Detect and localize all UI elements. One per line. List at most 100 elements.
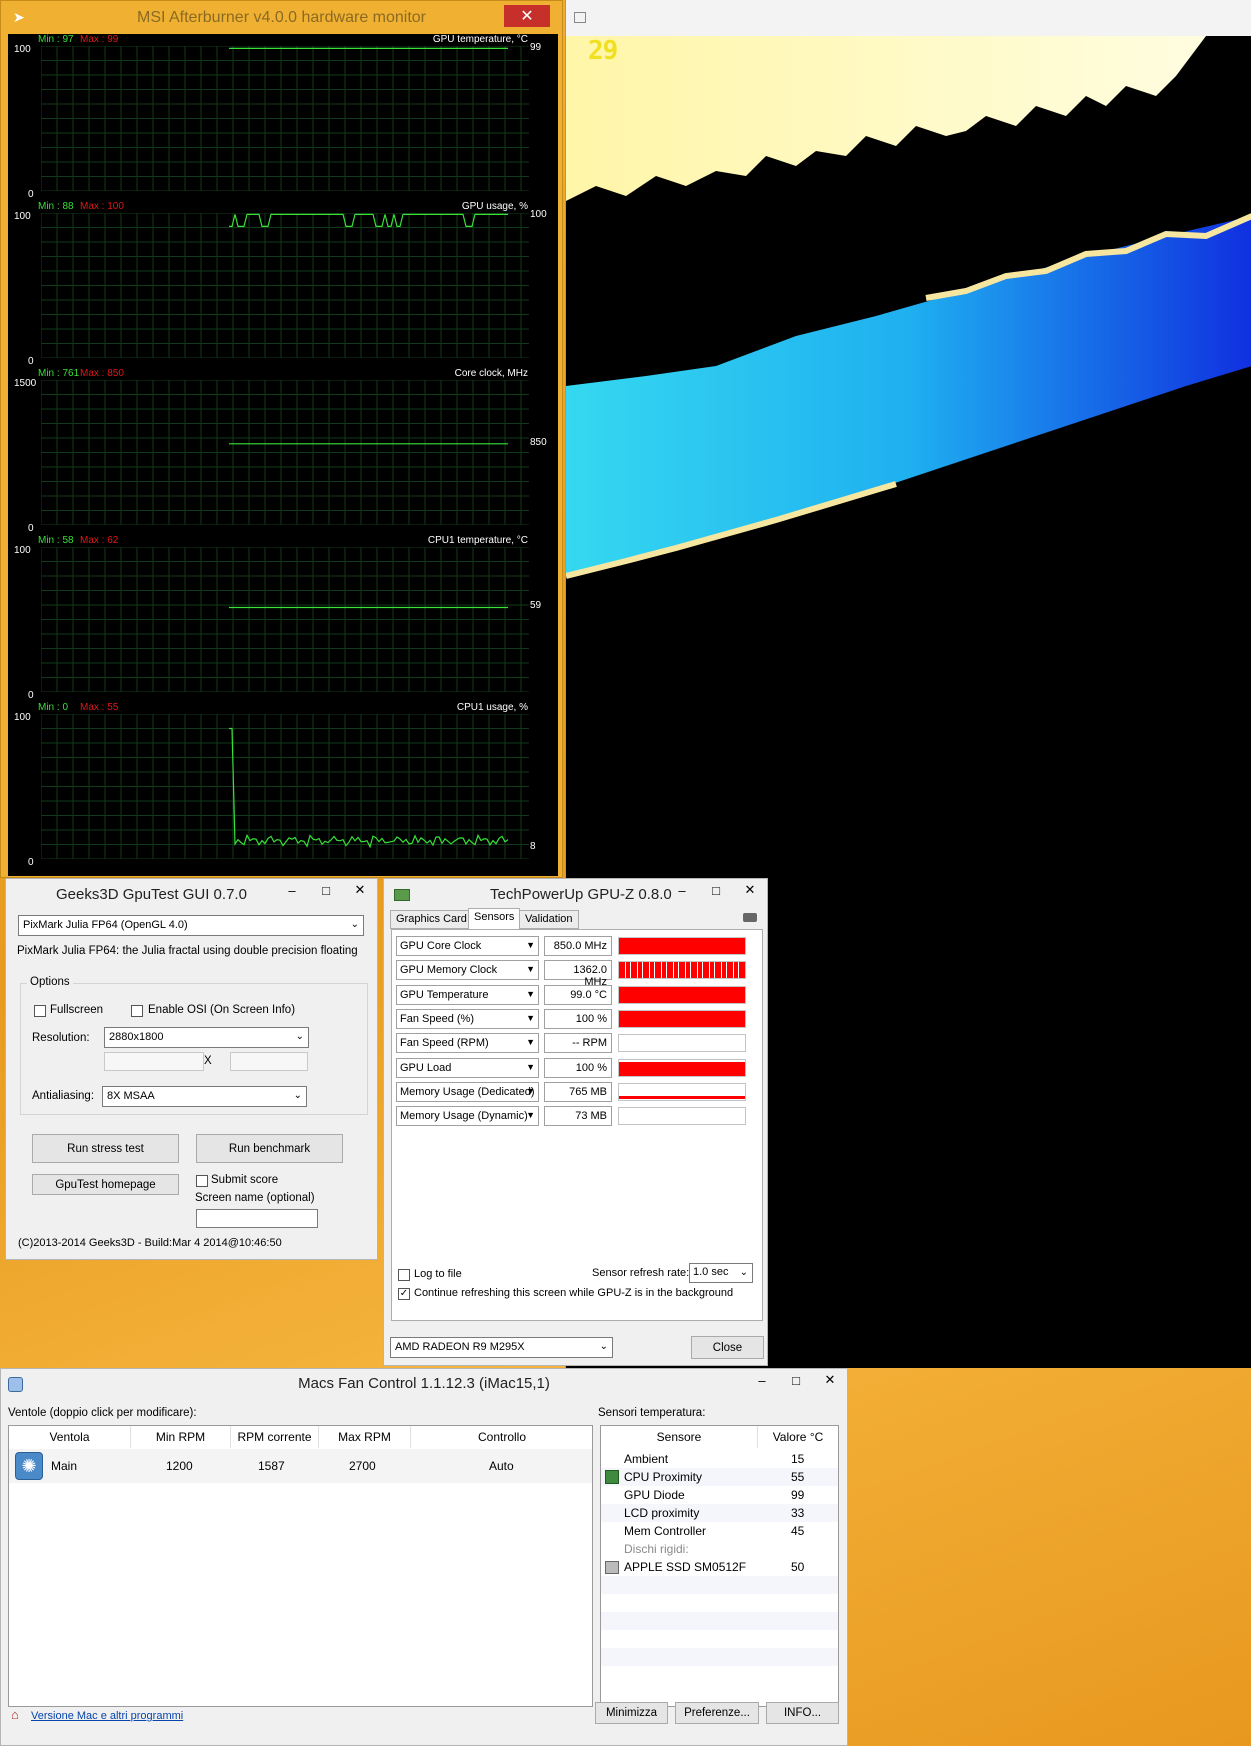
fullscreen-checkbox[interactable] xyxy=(34,1005,46,1017)
sensor-name-select[interactable]: GPU Core Clock ▼ xyxy=(396,936,539,956)
col-control[interactable]: Controllo xyxy=(411,1426,593,1448)
resolution-select[interactable]: 2880x1800 ⌄ xyxy=(104,1027,309,1048)
empty-row xyxy=(601,1612,838,1630)
graph-series xyxy=(229,727,509,849)
graph-min: Min : 761 xyxy=(38,368,80,379)
test-select[interactable]: PixMark Julia FP64 (OpenGL 4.0) ⌄ xyxy=(18,915,364,936)
camera-icon[interactable] xyxy=(743,913,757,922)
run-benchmark-button[interactable]: Run benchmark xyxy=(196,1134,343,1163)
x-label: X xyxy=(204,1055,212,1067)
custom-width-input[interactable] xyxy=(104,1052,204,1071)
sensor-value: 100 % xyxy=(544,1057,612,1078)
fan-max-rpm: 2700 xyxy=(349,1459,376,1473)
preferences-button[interactable]: Preferenze... xyxy=(675,1702,759,1724)
col-value[interactable]: Valore °C xyxy=(758,1426,838,1448)
resolution-label: Resolution: xyxy=(32,1032,90,1044)
refresh-rate-value: 1.0 sec xyxy=(693,1266,729,1278)
close-button[interactable]: ✕ xyxy=(813,1369,847,1391)
sensor-row: GPU Load ▼ 100 % xyxy=(396,1057,756,1078)
table-row[interactable]: Ambient 15 xyxy=(601,1450,838,1468)
screen-name-input[interactable] xyxy=(196,1209,318,1228)
empty-row xyxy=(601,1594,838,1612)
fan-icon: ✺ xyxy=(15,1452,43,1480)
sensor-name: Memory Usage (Dynamic) xyxy=(400,1110,528,1123)
minimize-button[interactable]: – xyxy=(745,1369,779,1391)
monitor-graph: Min : 761 Max : 850 Core clock, MHz 1500 0 85… xyxy=(8,368,558,535)
sensor-name: LCD proximity xyxy=(624,1506,700,1520)
gputest-homepage-button[interactable]: GpuTest homepage xyxy=(32,1174,179,1195)
run-stress-test-button[interactable]: Run stress test xyxy=(32,1134,179,1163)
chevron-down-icon: ▼ xyxy=(526,1037,535,1048)
sensor-name-select[interactable]: GPU Temperature ▼ xyxy=(396,984,539,1005)
col-current-rpm[interactable]: RPM corrente xyxy=(231,1426,319,1448)
graph-current-value: 8 xyxy=(530,841,536,853)
antialiasing-select[interactable]: 8X MSAA ⌄ xyxy=(102,1086,307,1107)
monitor-graph: Min : 58 Max : 62 CPU1 temperature, °C 100 0… xyxy=(8,535,558,702)
col-sensor[interactable]: Sensore xyxy=(601,1426,758,1448)
close-button[interactable]: ✕ xyxy=(343,879,377,901)
graph-y-min: 0 xyxy=(28,857,34,868)
minimize-button[interactable]: – xyxy=(275,879,309,901)
empty-row xyxy=(601,1666,838,1684)
sensor-name-select[interactable]: Memory Usage (Dedicated) ▼ xyxy=(396,1081,539,1102)
test-select-value: PixMark Julia FP64 (OpenGL 4.0) xyxy=(23,919,188,931)
sensor-name: GPU Core Clock xyxy=(400,940,482,952)
monitor-graph: Min : 0 Max : 55 CPU1 usage, % 100 0 8 xyxy=(8,702,558,869)
sensor-name-select[interactable]: Fan Speed (RPM) ▼ xyxy=(396,1033,539,1054)
col-fan[interactable]: Ventola xyxy=(9,1426,131,1448)
close-button[interactable]: ✕ xyxy=(733,879,767,901)
col-max-rpm[interactable]: Max RPM xyxy=(319,1426,411,1448)
custom-height-input[interactable] xyxy=(230,1052,308,1071)
sensor-name-select[interactable]: Memory Usage (Dynamic) ▼ xyxy=(396,1106,539,1127)
sensor-row: GPU Core Clock ▼ 850.0 MHz xyxy=(396,936,756,956)
gpuz-close-button[interactable]: Close xyxy=(691,1336,764,1359)
sensor-graph xyxy=(618,937,746,955)
gpu-select[interactable]: AMD RADEON R9 M295X ⌄ xyxy=(390,1337,613,1358)
sensor-name-select[interactable]: Fan Speed (%) ▼ xyxy=(396,1008,539,1029)
maximize-button[interactable]: □ xyxy=(779,1369,813,1391)
graph-current-value: 100 xyxy=(530,209,547,220)
disk-icon xyxy=(605,1561,619,1574)
sensor-value: 33 xyxy=(791,1506,805,1520)
chevron-down-icon: ▼ xyxy=(526,1061,535,1072)
submit-score-checkbox[interactable] xyxy=(196,1175,208,1187)
table-row[interactable]: CPU Proximity 55 xyxy=(601,1468,838,1486)
chevron-down-icon: ⌄ xyxy=(350,919,359,930)
maximize-button[interactable]: □ xyxy=(699,879,733,901)
sensor-name-select[interactable]: GPU Memory Clock ▼ xyxy=(396,960,539,981)
table-row[interactable]: LCD proximity 33 xyxy=(601,1504,838,1522)
tab-sensors[interactable]: Sensors xyxy=(468,908,521,930)
minimize-button[interactable]: – xyxy=(665,879,699,901)
osi-checkbox[interactable] xyxy=(131,1005,143,1017)
window-icon xyxy=(574,12,586,23)
table-row[interactable]: GPU Diode 99 xyxy=(601,1486,838,1504)
chevron-down-icon: ⌄ xyxy=(295,1031,304,1042)
refresh-rate-select[interactable]: 1.0 sec ⌄ xyxy=(689,1263,753,1283)
msi-close-button[interactable]: ✕ xyxy=(504,5,550,27)
continue-refresh-label: Continue refreshing this screen while GP… xyxy=(414,1287,734,1299)
sensor-name: APPLE SSD SM0512F xyxy=(624,1560,747,1574)
info-button[interactable]: INFO... xyxy=(766,1702,839,1724)
tab-validation[interactable]: Validation xyxy=(519,910,579,929)
sensor-graph xyxy=(618,961,746,980)
minimize-app-button[interactable]: Minimizza xyxy=(595,1702,668,1724)
macs-fan-control-window: Macs Fan Control 1.1.12.3 (iMac15,1) – □… xyxy=(0,1368,848,1746)
monitor-graph: Min : 97 Max : 99 GPU temperature, °C 100 0 9… xyxy=(8,34,558,201)
table-row[interactable]: ✺ Main 1200 1587 2700 Auto xyxy=(9,1449,592,1483)
col-min-rpm[interactable]: Min RPM xyxy=(131,1426,231,1448)
sensor-row: GPU Temperature ▼ 99.0 °C xyxy=(396,984,756,1005)
sensor-name-select[interactable]: GPU Load ▼ xyxy=(396,1057,539,1078)
sensor-graph xyxy=(618,1058,746,1077)
maximize-button[interactable]: □ xyxy=(309,879,343,901)
sensor-name: GPU Load xyxy=(400,1061,452,1074)
graph-plot xyxy=(41,213,529,358)
graph-min: Min : 88 xyxy=(38,201,74,212)
screen-name-label: Screen name (optional) xyxy=(195,1192,315,1204)
table-row[interactable]: Mem Controller 45 xyxy=(601,1522,838,1540)
log-to-file-checkbox[interactable] xyxy=(398,1269,410,1281)
tab-graphics-card[interactable]: Graphics Card xyxy=(390,910,473,929)
continue-refresh-checkbox[interactable]: ✓ xyxy=(398,1288,410,1300)
gpu-select-value: AMD RADEON R9 M295X xyxy=(395,1341,525,1353)
footer-link[interactable]: Versione Mac e altri programmi xyxy=(31,1710,183,1722)
table-row[interactable]: APPLE SSD SM0512F 50 xyxy=(601,1558,838,1576)
